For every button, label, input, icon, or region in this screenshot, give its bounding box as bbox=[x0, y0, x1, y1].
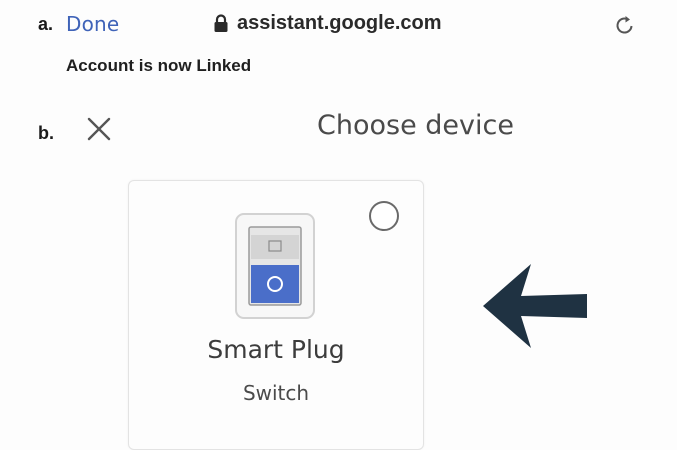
url-text: assistant.google.com bbox=[237, 12, 442, 34]
device-card[interactable]: Smart Plug Switch bbox=[128, 180, 424, 450]
left-arrow-icon bbox=[483, 264, 587, 348]
dialog-title: Choose device bbox=[317, 110, 514, 141]
radio-unselected-icon[interactable] bbox=[369, 201, 399, 231]
device-type: Switch bbox=[242, 381, 310, 405]
page: a. Done assistant.google.com Account is … bbox=[0, 0, 677, 450]
address-bar[interactable]: assistant.google.com bbox=[213, 12, 442, 35]
reload-icon[interactable] bbox=[613, 13, 637, 37]
done-button[interactable]: Done bbox=[66, 12, 119, 36]
account-linked-status: Account is now Linked bbox=[66, 56, 252, 75]
lock-icon bbox=[214, 13, 228, 32]
smart-plug-switch-icon bbox=[235, 213, 315, 319]
device-name: Smart Plug bbox=[207, 335, 345, 364]
step-a-marker: a. bbox=[38, 14, 54, 34]
step-b-marker: b. bbox=[38, 123, 54, 143]
close-icon[interactable] bbox=[86, 116, 112, 142]
